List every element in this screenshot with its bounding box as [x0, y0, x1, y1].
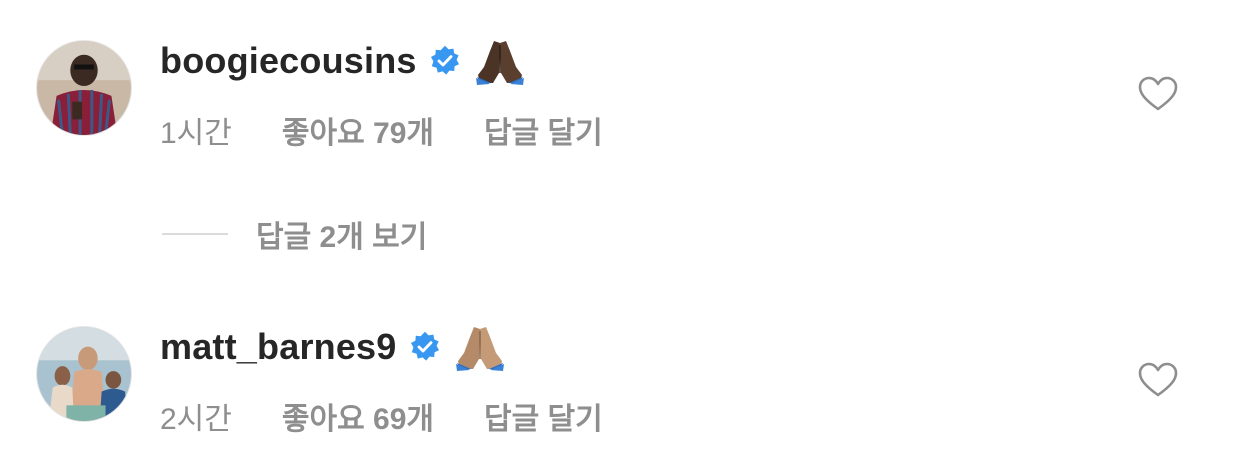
view-replies-button[interactable]: 답글 2개 보기: [162, 212, 427, 256]
likes-count[interactable]: 좋아요 69개: [282, 394, 434, 438]
view-replies-label: 답글 2개 보기: [256, 221, 428, 254]
folded-hands-emoji-icon: [475, 41, 524, 85]
comment-meta: 2시간 좋아요 69개 답글 달기: [160, 394, 603, 438]
comment-text-row: boogiecousins: [160, 36, 603, 86]
comment-item: matt_barnes9 2시간 좋아요 69개 답글 달기: [0, 316, 1242, 456]
avatar-image: [37, 41, 131, 135]
verified-badge-icon: [410, 331, 439, 361]
avatar-image: [37, 327, 131, 421]
comment-item: boogiecousins 1시간 좋아요 79개 답글 달기: [0, 30, 1242, 170]
reply-button[interactable]: 답글 달기: [484, 108, 603, 152]
view-replies-divider: [162, 233, 228, 235]
comment-body: matt_barnes9 2시간 좋아요 69개 답글 달기: [160, 322, 603, 438]
username[interactable]: boogiecousins: [160, 40, 417, 82]
comment-time: 2시간: [160, 403, 232, 436]
comment-time: 1시간: [160, 117, 232, 150]
heart-icon[interactable]: [1138, 362, 1178, 398]
folded-hands-emoji-icon: [455, 327, 504, 371]
avatar[interactable]: [36, 40, 132, 136]
verified-badge-icon: [430, 45, 459, 75]
avatar[interactable]: [36, 326, 132, 422]
likes-count[interactable]: 좋아요 79개: [282, 108, 434, 152]
username[interactable]: matt_barnes9: [160, 326, 397, 368]
comment-text-row: matt_barnes9: [160, 322, 603, 372]
comment-meta: 1시간 좋아요 79개 답글 달기: [160, 108, 603, 152]
reply-button[interactable]: 답글 달기: [484, 394, 603, 438]
heart-icon[interactable]: [1138, 76, 1178, 112]
comment-body: boogiecousins 1시간 좋아요 79개 답글 달기: [160, 36, 603, 152]
